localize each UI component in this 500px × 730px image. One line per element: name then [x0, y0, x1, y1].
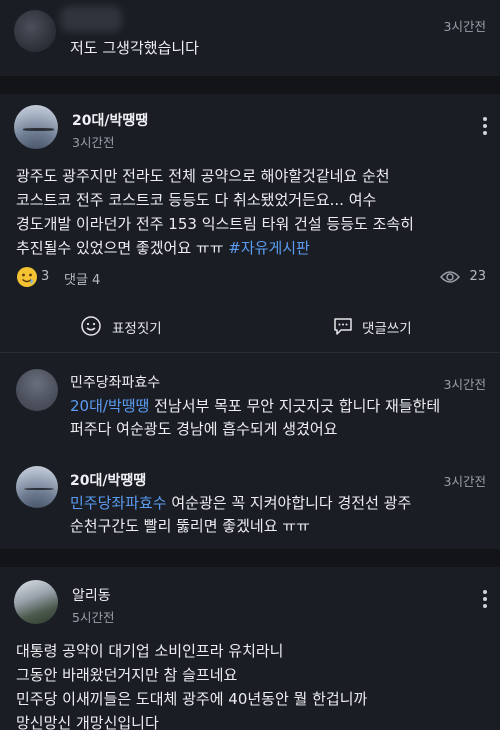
comment-author[interactable]: 민주당좌파효수 [70, 372, 160, 392]
post-body-line: 망신망신 개망신입니다 [16, 714, 159, 730]
reply-text: 저도 그생각했습니다 [70, 39, 199, 57]
avatar[interactable] [14, 105, 58, 149]
post-time: 3시간전 [72, 135, 115, 150]
section-separator [0, 549, 500, 567]
post-body-line: 코스트코 전주 코스트코 등등도 다 취소됐었거든요... 여수 [16, 191, 377, 209]
hashtag-link[interactable]: #자유게시판 [228, 239, 310, 257]
comment-text-second: 퍼주다 여순광도 경남에 흡수되게 생겼어요 [70, 420, 338, 438]
eye-icon [440, 270, 460, 284]
post-body-line: 민주당 이새끼들은 도대체 광주에 40년동안 뭘 한겁니까 [16, 690, 368, 708]
comment-time: 3시간전 [443, 377, 486, 392]
comment-text: 20대/박땡땡 전남서부 목포 무안 지긋지긋 합니다 재들한테 [70, 395, 440, 417]
react-button[interactable]: 표정짓기 [80, 314, 200, 338]
blurred-author-name [60, 6, 122, 32]
post-body-text: 추진될수 있었으면 좋겠어요 ㅠㅠ [16, 239, 229, 257]
avatar[interactable] [16, 369, 58, 411]
view-count: 23 [469, 269, 486, 284]
post-body-line: 추진될수 있었으면 좋겠어요 ㅠㅠ #자유게시판 [16, 237, 310, 259]
mention-link[interactable]: 민주당좌파효수 [70, 494, 167, 512]
reply-time: 3시간전 [443, 19, 486, 34]
divider [0, 352, 500, 353]
post-author[interactable]: 20대/박땡땡 [72, 110, 148, 130]
comment-text-first: 전남서부 목포 무안 지긋지긋 합니다 재들한테 [149, 397, 441, 415]
avatar[interactable] [14, 10, 56, 52]
comment-time: 3시간전 [443, 474, 486, 489]
comment-text: 민주당좌파효수 여순광은 꼭 지켜야합니다 경전선 광주 [70, 492, 411, 514]
write-comment-button[interactable]: 댓글쓰기 [332, 314, 452, 338]
post-author[interactable]: 알리동 [72, 585, 111, 605]
react-label: 표정짓기 [112, 321, 162, 337]
write-comment-label: 댓글쓰기 [362, 321, 412, 337]
post-body-line: 광주도 광주지만 전라도 전체 공약으로 해야할것같네요 순천 [16, 167, 390, 185]
emoji-reaction-icon[interactable] [16, 266, 38, 288]
avatar[interactable] [16, 466, 58, 508]
post-body-line: 경도개발 이라던가 전주 153 익스트림 타워 건설 등등도 조속히 [16, 215, 414, 233]
section-separator [0, 76, 500, 94]
post-body-line: 대통령 공약이 대기업 소비인프라 유치라니 [16, 642, 284, 660]
comment-bubble-icon [332, 315, 354, 337]
comment-author[interactable]: 20대/박땡땡 [70, 470, 146, 490]
mention-link[interactable]: 20대/박땡땡 [70, 397, 149, 415]
reaction-count: 3 [41, 269, 50, 284]
more-vertical-icon[interactable] [482, 589, 488, 609]
post-time: 5시간전 [72, 610, 115, 625]
avatar[interactable] [14, 580, 58, 624]
comment-count[interactable]: 댓글 4 [64, 269, 100, 288]
comment-text-first: 여순광은 꼭 지켜야합니다 경전선 광주 [166, 494, 412, 512]
post-body-line: 그동안 바래왔던거지만 참 슬프네요 [16, 666, 238, 684]
more-vertical-icon[interactable] [482, 116, 488, 136]
smile-icon [80, 315, 102, 337]
comment-text-second: 순천구간도 빨리 뚫리면 좋겠네요 ㅠㅠ [70, 517, 310, 535]
